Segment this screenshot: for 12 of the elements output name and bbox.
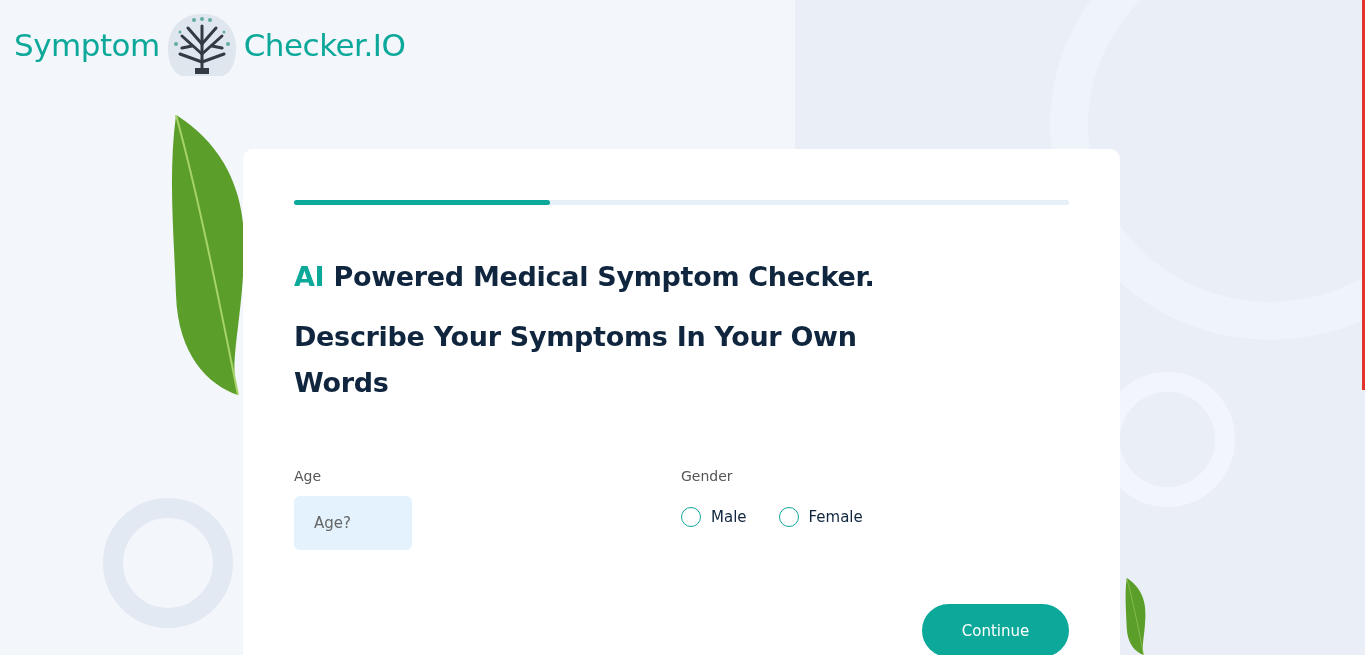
subheading: Describe Your Symptoms In Your Own Words: [294, 320, 858, 400]
logo-text: Checker.IO: [243, 27, 406, 63]
field-label: Gender: [681, 468, 734, 484]
option-label: Female: [808, 508, 863, 526]
field-label: Age: [294, 468, 323, 484]
logo-text: Symptom: [14, 27, 160, 63]
age-input[interactable]: Age?: [294, 496, 412, 550]
gender-option[interactable]: Female: [778, 507, 863, 527]
heading: AI Powered Medical Symptom Checker.: [294, 261, 876, 292]
gender-option[interactable]: Male: [681, 507, 747, 527]
option-label: Male: [711, 508, 747, 526]
tree-logo-icon: [167, 14, 236, 76]
